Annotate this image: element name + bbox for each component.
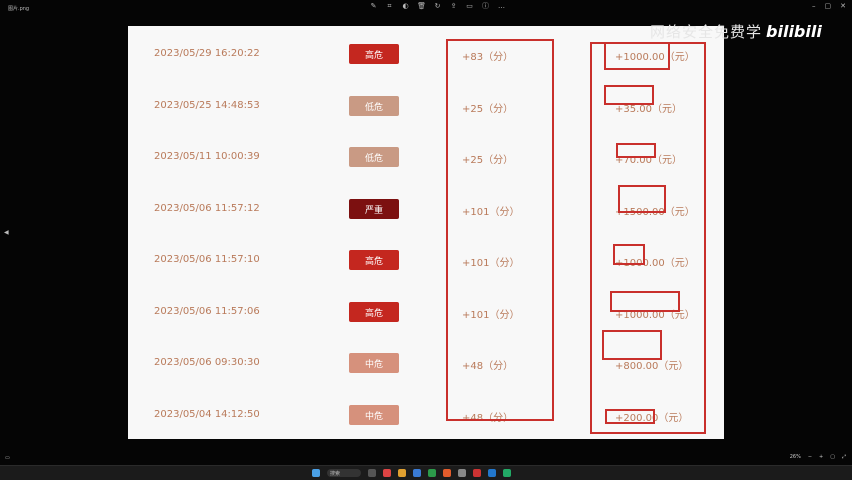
zoom-in-icon[interactable]: + (819, 454, 823, 460)
zoom-out-icon[interactable]: − (808, 454, 812, 460)
image-info-icon[interactable]: ▭ (5, 455, 10, 461)
amount-highlight-box (613, 244, 645, 265)
status-bar: ▭ 26% − + ▢ ⤢ (0, 451, 852, 465)
share-icon[interactable]: ⇪ (450, 3, 457, 10)
fit-icon[interactable]: ▢ (830, 454, 835, 460)
record-datetime: 2023/05/29 16:20:22 (154, 48, 260, 59)
image-viewer-window: 图片.png ✎ ⌗ ◐ 🗑 ↻ ⇪ ▭ ⓘ … – ▢ ✕ ◀ 网络安全免费学… (0, 0, 852, 480)
severity-badge: 高危 (349, 250, 399, 270)
record-datetime: 2023/05/06 11:57:06 (154, 306, 260, 317)
search-label: 搜索 (330, 470, 341, 477)
record-datetime: 2023/05/04 14:12:50 (154, 409, 260, 420)
app-icon[interactable] (458, 469, 466, 477)
amount-highlight-box (602, 330, 662, 360)
window-controls: – ▢ ✕ (812, 3, 846, 10)
taskbar-search[interactable]: 搜索 (327, 469, 361, 477)
delete-icon[interactable]: 🗑 (417, 3, 426, 10)
info-icon[interactable]: ⓘ (482, 3, 489, 10)
record-datetime: 2023/05/11 10:00:39 (154, 151, 260, 162)
severity-badge: 中危 (349, 353, 399, 373)
app-icon[interactable] (503, 469, 511, 477)
amount-highlight-box (610, 291, 680, 312)
edit-icon[interactable]: ✎ (370, 3, 377, 10)
severity-badge: 低危 (349, 96, 399, 116)
zoom-level: 26% (789, 454, 801, 460)
bilibili-logo: bilibili (766, 22, 822, 41)
viewer-toolbar: ✎ ⌗ ◐ 🗑 ↻ ⇪ ▭ ⓘ … (370, 3, 505, 10)
amount-highlight-box (616, 143, 656, 158)
severity-badge: 高危 (349, 302, 399, 322)
points-column-highlight (446, 39, 554, 421)
amount-highlight-box (618, 185, 666, 213)
app-icon[interactable] (413, 469, 421, 477)
rotate-icon[interactable]: ↻ (434, 3, 441, 10)
previous-image-icon[interactable]: ◀ (4, 229, 9, 236)
record-datetime: 2023/05/06 09:30:30 (154, 357, 260, 368)
severity-badge: 严重 (349, 199, 399, 219)
reward-records-image: 2023/05/29 16:20:22 高危 +83（分） +1000.00（元… (128, 26, 724, 439)
app-icon[interactable] (398, 469, 406, 477)
watermark: 网络安全免费学 bilibili (650, 21, 822, 42)
close-icon[interactable]: ✕ (840, 3, 846, 10)
record-datetime: 2023/05/06 11:57:10 (154, 254, 260, 265)
title-bar: 图片.png ✎ ⌗ ◐ 🗑 ↻ ⇪ ▭ ⓘ … – ▢ ✕ (0, 0, 852, 16)
amount-highlight-box (604, 42, 670, 70)
more-icon[interactable]: … (498, 3, 505, 10)
severity-badge: 低危 (349, 147, 399, 167)
filter-icon[interactable]: ◐ (402, 3, 409, 10)
file-name: 图片.png (8, 6, 30, 12)
severity-badge: 高危 (349, 44, 399, 64)
taskbar: 搜索 (0, 465, 852, 480)
fullscreen-icon[interactable]: ⤢ (842, 454, 846, 460)
app-icon[interactable] (443, 469, 451, 477)
amount-highlight-box (605, 409, 655, 424)
folder-icon[interactable]: ▭ (466, 3, 473, 10)
maximize-icon[interactable]: ▢ (825, 3, 832, 10)
record-datetime: 2023/05/06 11:57:12 (154, 203, 260, 214)
amount-highlight-box (604, 85, 654, 105)
start-icon[interactable] (312, 469, 320, 477)
app-icon[interactable] (488, 469, 496, 477)
zoom-controls: 26% − + ▢ ⤢ (790, 454, 846, 460)
taskbar-icons: 搜索 (312, 469, 511, 477)
app-icon[interactable] (368, 469, 376, 477)
crop-icon[interactable]: ⌗ (386, 3, 393, 10)
app-icon[interactable] (428, 469, 436, 477)
app-icon[interactable] (473, 469, 481, 477)
minimize-icon[interactable]: – (812, 3, 816, 10)
app-icon[interactable] (383, 469, 391, 477)
record-datetime: 2023/05/25 14:48:53 (154, 100, 260, 111)
watermark-text: 网络安全免费学 (650, 23, 763, 41)
severity-badge: 中危 (349, 405, 399, 425)
